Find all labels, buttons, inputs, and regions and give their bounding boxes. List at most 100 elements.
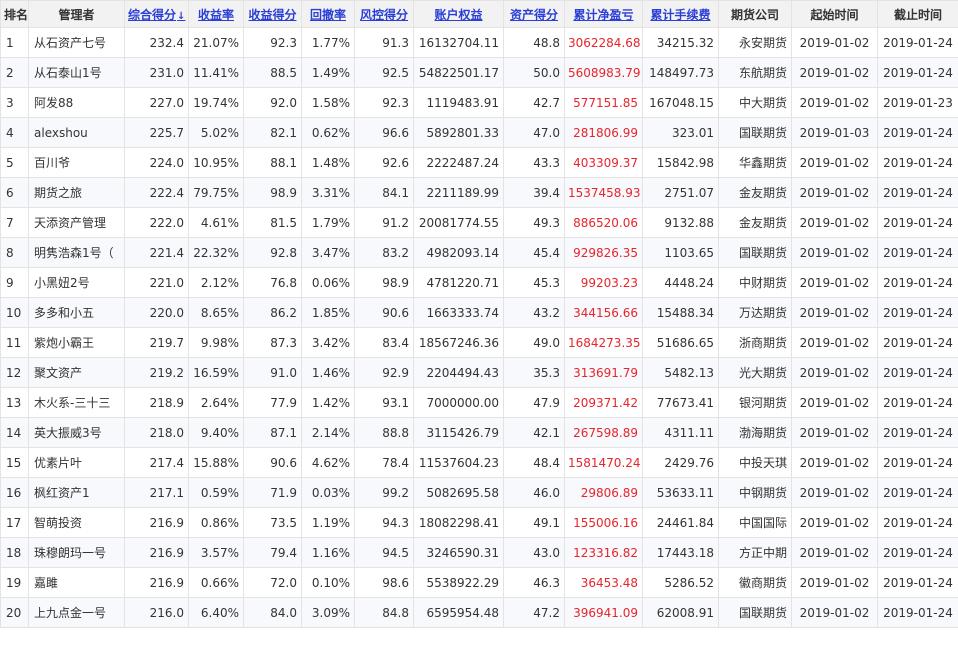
rank-cell: 18 [0,537,29,568]
composite-score-cell: 218.0 [124,417,189,448]
composite-score-cell: 221.0 [124,267,189,298]
return-score-cell: 90.6 [243,447,302,478]
drawdown-cell: 1.46% [301,357,355,388]
table-row: 12 聚文资产 219.2 16.59% 91.0 1.46% 92.9 2204494.43… [0,357,958,388]
header-asset-score[interactable]: 资产得分 [503,0,565,28]
manager-link[interactable]: 嘉雎 [28,567,125,598]
broker-cell: 中国国际 [718,507,792,538]
fees-cell: 323.01 [642,117,719,148]
start-date-cell: 2019-01-02 [791,207,878,238]
broker-cell: 浙商期货 [718,327,792,358]
composite-score-cell: 216.9 [124,507,189,538]
fees-cell: 167048.15 [642,87,719,118]
header-fees[interactable]: 累计手续费 [642,0,719,28]
return-score-cell: 87.1 [243,417,302,448]
composite-score-cell: 216.9 [124,567,189,598]
header-label: 排名 [4,7,29,22]
manager-link[interactable]: 枫红资产1 [28,477,125,508]
fees-cell: 15842.98 [642,147,719,178]
fees-cell: 62008.91 [642,597,719,628]
manager-link[interactable]: 紫炮小霸王 [28,327,125,358]
fees-cell: 34215.32 [642,27,719,58]
fees-cell: 2751.07 [642,177,719,208]
header-label: 综合得分 [128,7,177,22]
drawdown-cell: 0.62% [301,117,355,148]
manager-link[interactable]: 阿发88 [28,87,125,118]
manager-link[interactable]: 明隽浩森1号（ [28,237,125,268]
header-composite-score[interactable]: 综合得分↓ [124,0,189,28]
header-risk-score[interactable]: 风控得分 [354,0,414,28]
composite-score-cell: 224.0 [124,147,189,178]
risk-score-cell: 94.3 [354,507,414,538]
return-score-cell: 71.9 [243,477,302,508]
return-score-cell: 91.0 [243,357,302,388]
fees-cell: 17443.18 [642,537,719,568]
return-score-cell: 73.5 [243,507,302,538]
risk-score-cell: 99.2 [354,477,414,508]
rank-cell: 10 [0,297,29,328]
start-date-cell: 2019-01-02 [791,297,878,328]
net-pnl-cell: 886520.06 [564,207,643,238]
equity-cell: 3246590.31 [413,537,504,568]
drawdown-cell: 1.42% [301,387,355,418]
broker-cell: 中大期货 [718,87,792,118]
manager-link[interactable]: 木火系-三十三 [28,387,125,418]
manager-link[interactable]: 上九点金一号 [28,597,125,628]
asset-score-cell: 49.0 [503,327,565,358]
broker-cell: 渤海期货 [718,417,792,448]
table-row: 13 木火系-三十三 218.9 2.64% 77.9 1.42% 93.1 7000000.… [0,387,958,418]
table-row: 20 上九点金一号 216.0 6.40% 84.0 3.09% 84.8 6595954.4… [0,597,958,628]
manager-link[interactable]: 从石泰山1号 [28,57,125,88]
return-score-cell: 72.0 [243,567,302,598]
manager-link[interactable]: 智萌投资 [28,507,125,538]
rank-cell: 14 [0,417,29,448]
end-date-cell: 2019-01-24 [877,297,958,328]
return-rate-cell: 22.32% [188,237,244,268]
manager-link[interactable]: 小黑妞2号 [28,267,125,298]
net-pnl-cell: 123316.82 [564,537,643,568]
end-date-cell: 2019-01-23 [877,87,958,118]
fees-cell: 51686.65 [642,327,719,358]
start-date-cell: 2019-01-02 [791,177,878,208]
manager-link[interactable]: 英大振威3号 [28,417,125,448]
manager-link[interactable]: 天添资产管理 [28,207,125,238]
manager-link[interactable]: 珠穆朗玛一号 [28,537,125,568]
asset-score-cell: 49.3 [503,207,565,238]
header-label: 收益得分 [248,7,297,22]
composite-score-cell: 221.4 [124,237,189,268]
return-score-cell: 92.3 [243,27,302,58]
broker-cell: 万达期货 [718,297,792,328]
header-drawdown[interactable]: 回撤率 [301,0,355,28]
start-date-cell: 2019-01-02 [791,387,878,418]
manager-link[interactable]: 从石资产七号 [28,27,125,58]
drawdown-cell: 0.10% [301,567,355,598]
net-pnl-cell: 344156.66 [564,297,643,328]
net-pnl-cell: 5608983.79 [564,57,643,88]
header-equity[interactable]: 账户权益 [413,0,504,28]
net-pnl-cell: 929826.35 [564,237,643,268]
return-rate-cell: 9.40% [188,417,244,448]
manager-link[interactable]: 聚文资产 [28,357,125,388]
header-net-pnl[interactable]: 累计净盈亏 [564,0,643,28]
broker-cell: 金友期货 [718,177,792,208]
return-rate-cell: 15.88% [188,447,244,478]
end-date-cell: 2019-01-24 [877,477,958,508]
drawdown-cell: 1.77% [301,27,355,58]
manager-link[interactable]: 优素片叶 [28,447,125,478]
risk-score-cell: 78.4 [354,447,414,478]
header-return-score[interactable]: 收益得分 [243,0,302,28]
manager-link[interactable]: 多多和小五 [28,297,125,328]
table-row: 10 多多和小五 220.0 8.65% 86.2 1.85% 90.6 1663333.74… [0,297,958,328]
rank-cell: 16 [0,477,29,508]
end-date-cell: 2019-01-24 [877,597,958,628]
table-row: 16 枫红资产1 217.1 0.59% 71.9 0.03% 99.2 5082695.58… [0,477,958,508]
manager-link[interactable]: 期货之旅 [28,177,125,208]
header-return-rate[interactable]: 收益率 [188,0,244,28]
manager-link[interactable]: 百川爷 [28,147,125,178]
drawdown-cell: 1.49% [301,57,355,88]
start-date-cell: 2019-01-02 [791,27,878,58]
return-rate-cell: 3.57% [188,537,244,568]
asset-score-cell: 42.7 [503,87,565,118]
manager-link[interactable]: alexshou [28,117,125,148]
start-date-cell: 2019-01-02 [791,597,878,628]
